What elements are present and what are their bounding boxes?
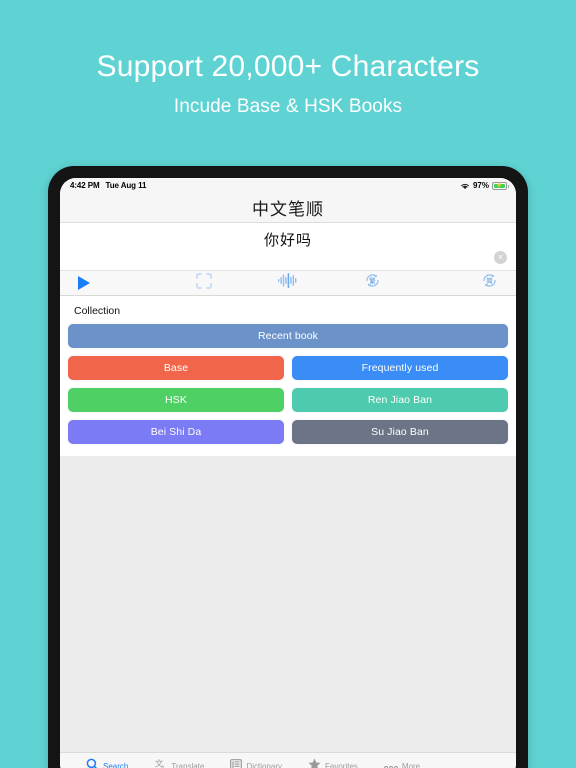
status-bar-date: Tue Aug 11 [105,181,147,190]
tablet-device-frame: 4:42 PM Tue Aug 11 97% ⚡ 中文笔顺 你好吗 × 繁 简 … [48,166,528,768]
magnifier-icon [86,758,99,768]
collection-card: Collection Recent book Base Frequently use… [60,296,516,456]
status-bar-time: 4:42 PM [70,181,100,190]
collection-row: HSK Ren Jiao Ban [68,388,508,412]
audio-waveform-button[interactable] [246,273,330,293]
wifi-icon [460,182,470,190]
svg-text:A: A [161,765,166,768]
collection-button-frequently-used[interactable]: Frequently used [292,356,508,380]
scan-frame-icon [196,272,212,294]
convert-traditional-icon: 简 [481,272,498,294]
battery-icon: ⚡ [492,181,509,190]
collection-row: Base Frequently used [68,356,508,380]
tab-more[interactable]: More [383,758,421,768]
tab-label: More [401,762,421,768]
convert-traditional-button[interactable]: 繁 [330,272,414,294]
convert-simplified-icon: 繁 [364,272,381,294]
app-title-bar: 中文笔顺 [60,193,516,223]
page-title: 中文笔顺 [252,200,324,220]
tab-label: Translate [171,762,205,768]
convert-simplified-button[interactable]: 简 [414,272,498,294]
stroke-toolbar: 繁 简 [60,270,516,296]
collection-button-base[interactable]: Base [68,356,284,380]
collection-button-recent-book[interactable]: Recent book [68,324,508,348]
collection-button-su-jiao-ban[interactable]: Su Jiao Ban [292,420,508,444]
waveform-icon [278,273,298,293]
tab-dictionary[interactable]: Dictionary [230,758,282,768]
book-icon [230,758,243,768]
tab-label: Dictionary [246,762,282,768]
promo-header: Support 20,000+ Characters Incude Base &… [0,0,576,118]
promo-subtitle: Incude Base & HSK Books [173,95,403,117]
play-button[interactable] [78,276,162,290]
status-bar: 4:42 PM Tue Aug 11 97% ⚡ [60,178,516,193]
tab-label: Search [103,762,129,768]
collection-button-grid: Recent book Base Frequently used HSK Ren Jia… [68,324,508,444]
collection-button-hsk[interactable]: HSK [68,388,284,412]
bottom-tab-bar: Search 文A Translate Dictionary Favorites More [60,752,516,768]
clear-input-button[interactable]: × [494,251,507,264]
character-input-area[interactable]: 你好吗 × [60,223,516,270]
tab-search[interactable]: Search [86,758,128,768]
ellipsis-icon [383,758,398,768]
tab-label: Favorites [325,762,358,768]
tab-translate[interactable]: 文A Translate [154,758,204,768]
translate-icon: 文A [154,758,167,768]
svg-text:繁: 繁 [369,276,376,285]
svg-text:简: 简 [486,276,493,285]
tab-favorites[interactable]: Favorites [308,758,358,768]
collection-row: Recent book [68,324,508,348]
character-input-value[interactable]: 你好吗 [264,229,312,270]
device-screen: 4:42 PM Tue Aug 11 97% ⚡ 中文笔顺 你好吗 × 繁 简 … [60,178,516,768]
collection-label: Collection [74,305,121,317]
star-icon [308,758,321,768]
collection-button-ren-jiao-ban[interactable]: Ren Jiao Ban [292,388,508,412]
collection-button-bei-shi-da[interactable]: Bei Shi Da [68,420,284,444]
main-content: Collection Recent book Base Frequently use… [60,296,516,752]
collection-row: Bei Shi Da Su Jiao Ban [68,420,508,444]
scan-button[interactable] [162,272,246,294]
play-icon [78,276,90,290]
promo-title: Support 20,000+ Characters [96,50,480,83]
battery-percent-label: 97% [472,181,489,190]
